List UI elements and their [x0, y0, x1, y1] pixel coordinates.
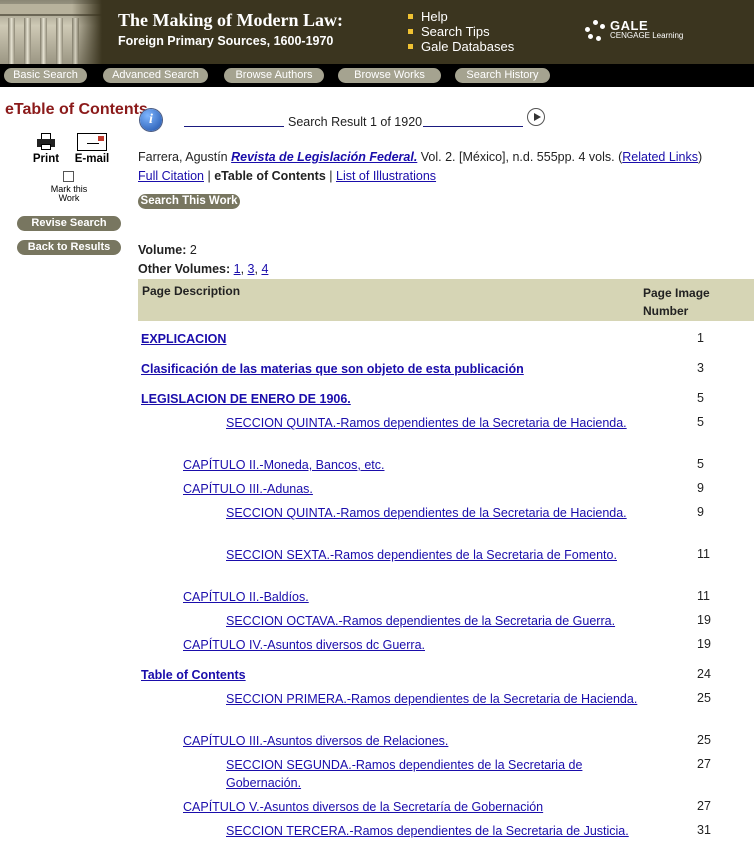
- list-of-illustrations-link[interactable]: List of Illustrations: [336, 169, 436, 183]
- page-number: 1: [697, 331, 704, 345]
- help-link[interactable]: Help: [408, 9, 514, 24]
- other-volumes: Other Volumes: 1, 3, 4: [138, 262, 269, 276]
- header-links: Help Search Tips Gale Databases: [408, 9, 514, 54]
- toc-entry-link[interactable]: Clasificación de las materias que son ob…: [141, 360, 661, 378]
- toc-entry-link[interactable]: SECCION QUINTA.-Ramos dependientes de la…: [226, 504, 646, 522]
- toc-entry-link[interactable]: CAPÍTULO IV.-Asuntos diversos dc Guerra.: [183, 636, 663, 654]
- gale-databases-link[interactable]: Gale Databases: [408, 39, 514, 54]
- nav-bar: Basic Search Advanced Search Browse Auth…: [0, 64, 754, 87]
- toc-entry-link[interactable]: SECCION OCTAVA.-Ramos dependientes de la…: [226, 612, 666, 630]
- page-number: 19: [697, 637, 711, 651]
- column-header-page: Page Image Number: [643, 286, 710, 318]
- author-name: Farrera, Agustín: [138, 150, 232, 164]
- next-result-icon[interactable]: [527, 108, 545, 126]
- related-links-link[interactable]: Related Links: [622, 150, 698, 164]
- page-number: 5: [697, 415, 704, 429]
- current-view-label: eTable of Contents: [214, 169, 326, 183]
- page-number: 27: [697, 757, 711, 771]
- citation-details: Vol. 2. [México], n.d. 555pp. 4 vols. (: [417, 150, 623, 164]
- toc-entry-link[interactable]: SECCION SEGUNDA.-Ramos dependientes de l…: [226, 756, 646, 792]
- print-button[interactable]: Print: [32, 133, 60, 165]
- printer-icon: [37, 133, 55, 151]
- revise-search-button[interactable]: Revise Search: [17, 216, 121, 231]
- browse-authors-button[interactable]: Browse Authors: [224, 68, 324, 83]
- page-number: 11: [697, 547, 710, 561]
- search-result-counter: Search Result 1 of 1920: [288, 115, 423, 129]
- header-banner: The Making of Modern Law: Foreign Primar…: [0, 0, 754, 64]
- gale-logo: GALE CENGAGE Learning: [585, 19, 683, 42]
- page-number: 27: [697, 799, 711, 813]
- toc-entry-link[interactable]: CAPÍTULO II.-Moneda, Bancos, etc.: [183, 456, 663, 474]
- citation: Farrera, Agustín Revista de Legislación …: [138, 150, 703, 164]
- page-number: 3: [697, 361, 704, 375]
- toc-entry-link[interactable]: SECCION PRIMERA.-Ramos dependientes de l…: [226, 690, 646, 708]
- toc-entry-link[interactable]: LEGISLACION DE ENERO DE 1906.: [141, 390, 661, 408]
- page-number: 9: [697, 505, 704, 519]
- product-subtitle: Foreign Primary Sources, 1600-1970: [118, 34, 334, 48]
- toc-entry-link[interactable]: CAPÍTULO III.-Asuntos diversos de Relaci…: [183, 732, 663, 750]
- envelope-icon: [77, 133, 107, 151]
- browse-works-button[interactable]: Browse Works: [338, 68, 441, 83]
- toc-entry-link[interactable]: SECCION SEXTA.-Ramos dependientes de la …: [226, 546, 646, 564]
- search-tips-link[interactable]: Search Tips: [408, 24, 514, 39]
- toc-entry-link[interactable]: CAPÍTULO V.-Asuntos diversos de la Secre…: [183, 798, 663, 816]
- divider-line: [423, 126, 523, 127]
- volume-number: 2: [189, 243, 197, 257]
- toc-entry-link[interactable]: SECCION TERCERA.-Ramos dependientes de l…: [226, 822, 646, 840]
- basic-search-button[interactable]: Basic Search: [4, 68, 87, 83]
- bullet-icon: [408, 14, 413, 19]
- back-to-results-button[interactable]: Back to Results: [17, 240, 121, 255]
- full-citation-link[interactable]: Full Citation: [138, 169, 204, 183]
- page-number: 9: [697, 481, 704, 495]
- toc-entry-link[interactable]: EXPLICACION: [141, 330, 661, 348]
- page-number: 25: [697, 733, 711, 747]
- product-title: The Making of Modern Law:: [118, 10, 343, 30]
- mark-work-label: Mark this Work: [50, 184, 88, 203]
- page-number: 11: [697, 589, 710, 603]
- toc-entry-link[interactable]: CAPÍTULO III.-Adunas.: [183, 480, 663, 498]
- column-header-description: Page Description: [142, 284, 241, 298]
- volume-info: Volume: 2: [138, 243, 197, 257]
- toc-entry-link[interactable]: Table of Contents: [141, 666, 661, 684]
- search-this-work-button[interactable]: Search This Work: [138, 194, 240, 209]
- page-number: 5: [697, 391, 704, 405]
- volume-link-4[interactable]: 4: [261, 262, 268, 276]
- work-title-link[interactable]: Revista de Legislación Federal.: [231, 150, 417, 164]
- sidebar-title: eTable of Contents: [5, 101, 148, 118]
- bullet-icon: [408, 29, 413, 34]
- page-number: 25: [697, 691, 711, 705]
- volume-link-1[interactable]: 1: [234, 262, 241, 276]
- gale-logo-icon: [585, 20, 607, 42]
- advanced-search-button[interactable]: Advanced Search: [103, 68, 208, 83]
- page-number: 19: [697, 613, 711, 627]
- bullet-icon: [408, 44, 413, 49]
- page-number: 5: [697, 457, 704, 471]
- mark-work-checkbox[interactable]: [63, 171, 74, 182]
- info-icon[interactable]: i: [140, 109, 162, 131]
- email-button[interactable]: E-mail: [74, 133, 110, 165]
- view-links: Full Citation | eTable of Contents | Lis…: [138, 169, 437, 183]
- page-number: 24: [697, 667, 711, 681]
- page-number: 31: [697, 823, 711, 837]
- toc-entry-link[interactable]: CAPÍTULO II.-Baldíos.: [183, 588, 663, 606]
- toc-entry-link[interactable]: SECCION QUINTA.-Ramos dependientes de la…: [226, 414, 646, 432]
- search-history-button[interactable]: Search History: [455, 68, 550, 83]
- courthouse-image: [0, 0, 102, 64]
- toc-table-header: Page Description Page Image Number: [138, 279, 754, 321]
- divider-line: [184, 126, 284, 127]
- volume-link-3[interactable]: 3: [248, 262, 255, 276]
